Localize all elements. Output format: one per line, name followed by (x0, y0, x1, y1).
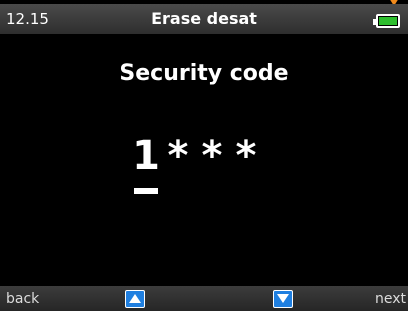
code-digit-value: 1 (132, 133, 160, 179)
code-digit-1[interactable]: 1 (131, 132, 161, 194)
next-softkey[interactable]: next (375, 291, 406, 307)
status-bar: 12.15 Erase desat (0, 4, 408, 34)
arrow-up-icon[interactable] (125, 290, 145, 308)
input-cursor (134, 188, 158, 194)
code-digit-4-masked[interactable]: * (229, 132, 263, 180)
security-code-input[interactable]: 1 * * * (131, 132, 263, 194)
screen-title: Erase desat (151, 9, 257, 28)
back-softkey[interactable]: back (6, 291, 39, 307)
battery-cap (373, 19, 376, 25)
softkey-bar: back next (0, 286, 408, 311)
arrow-down-icon[interactable] (273, 290, 293, 308)
security-code-heading: Security code (119, 61, 289, 86)
device-screen: 12.15 Erase desat Security code 1 * * * … (0, 0, 408, 311)
code-digit-3-masked[interactable]: * (195, 132, 229, 180)
battery-level (379, 17, 397, 25)
code-digit-2-masked[interactable]: * (161, 132, 195, 180)
battery-full-icon (373, 14, 400, 28)
